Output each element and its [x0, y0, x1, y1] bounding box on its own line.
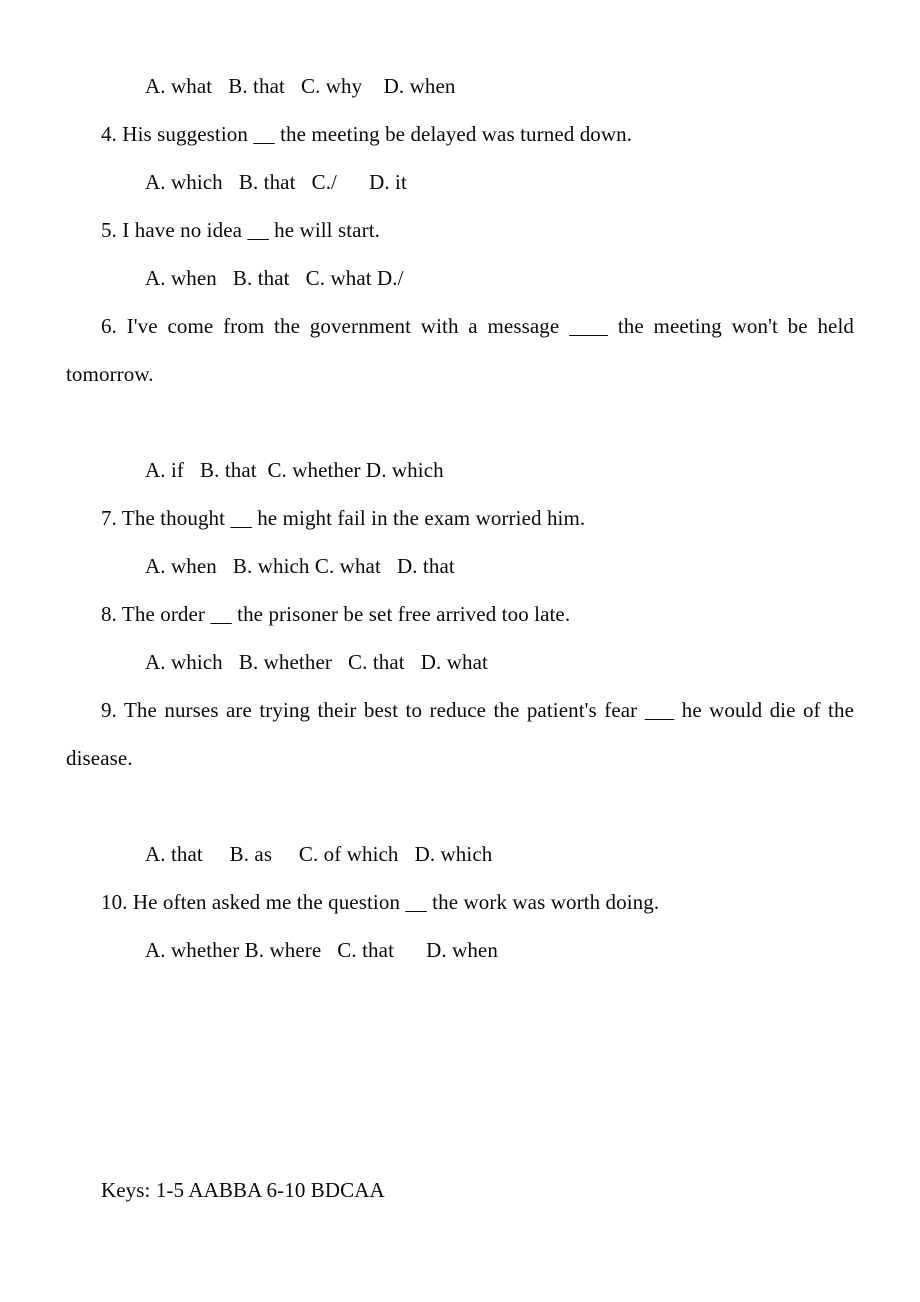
- question-9-options: A. that B. as C. of which D. which: [145, 842, 493, 866]
- answer-keys-line: Keys: 1-5 AABBA 6-10 BDCAA: [101, 1178, 385, 1202]
- blank-spacer: [66, 974, 854, 1166]
- fill-in-blank: [405, 890, 426, 914]
- question-9-stem: 9. The nurses are trying their best to r…: [66, 698, 860, 770]
- question-8-stem: 8. The order the prisoner be set free ar…: [101, 602, 571, 626]
- question-7-options: A. when B. which C. what D. that: [145, 554, 455, 578]
- question-5-stem: 5. I have no idea he will start.: [101, 218, 380, 242]
- fill-in-blank: [247, 218, 268, 242]
- question-8-options: A. which B. whether C. that D. what: [145, 650, 488, 674]
- question-6-stem: 6. I've come from the government with a …: [66, 314, 860, 386]
- fill-in-blank: [210, 602, 231, 626]
- question-4-stem: 4. His suggestion the meeting be delayed…: [101, 122, 633, 146]
- question-5-options: A. when B. that C. what D./: [145, 266, 404, 290]
- fill-in-blank: [230, 506, 251, 530]
- question-4-options: A. which B. that C./ D. it: [145, 170, 407, 194]
- question-3-options: A. what B. that C. why D. when: [145, 74, 456, 98]
- question-10-options: A. whether B. where C. that D. when: [145, 938, 498, 962]
- question-7-stem: 7. The thought he might fail in the exam…: [101, 506, 586, 530]
- question-6-options: A. if B. that C. whether D. which: [145, 458, 444, 482]
- fill-in-blank: [253, 122, 274, 146]
- document-body: A. what B. that C. why D. when 4. His su…: [66, 62, 854, 1214]
- fill-in-blank: [645, 698, 675, 722]
- document-page: A. what B. that C. why D. when 4. His su…: [0, 0, 920, 1302]
- question-10-stem: 10. He often asked me the question the w…: [101, 890, 660, 914]
- fill-in-blank: [569, 314, 608, 338]
